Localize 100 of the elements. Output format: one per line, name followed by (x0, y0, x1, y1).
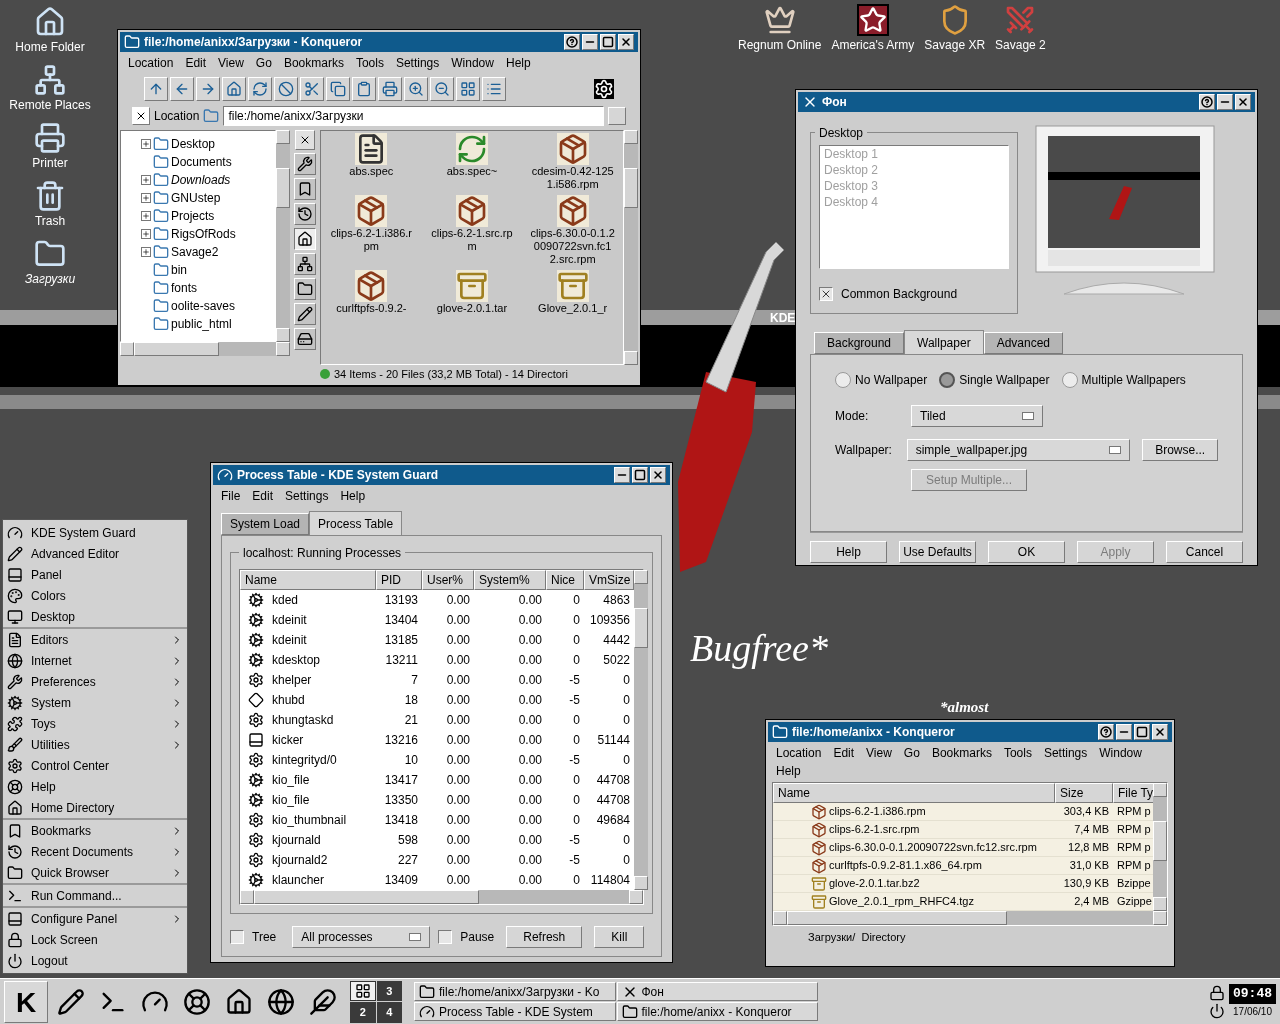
column-header[interactable]: Size (1055, 783, 1113, 803)
menu-item[interactable]: Window (1099, 744, 1142, 762)
radio-button[interactable] (835, 372, 851, 388)
menu-item[interactable]: Bookmarks (931, 744, 992, 762)
minimize-button[interactable] (1217, 94, 1233, 110)
trash-icon[interactable] (34, 180, 66, 212)
menu-item[interactable]: Window (451, 54, 494, 72)
checkbox-label[interactable]: Pause (460, 928, 495, 946)
help-button[interactable] (1098, 724, 1114, 740)
tree-item[interactable]: Documents (141, 153, 275, 171)
radio-label[interactable]: Multiple Wallpapers (1081, 371, 1186, 389)
maximize-button[interactable] (632, 467, 648, 483)
menu-item[interactable]: Help (340, 487, 366, 505)
menu-item[interactable]: System (3, 692, 187, 713)
checkbox[interactable] (438, 930, 453, 944)
menu-item[interactable]: Preferences (3, 671, 187, 692)
action-button[interactable]: Refresh (506, 926, 583, 948)
pager-desktop[interactable]: 2 (350, 1002, 376, 1023)
minimize-button[interactable] (1116, 724, 1132, 740)
expand-toggle[interactable] (141, 211, 151, 221)
action-button[interactable]: Kill (594, 926, 645, 948)
toolbar-button[interactable] (352, 77, 376, 101)
power-icon[interactable] (1209, 1002, 1225, 1019)
pager-desktop[interactable]: 3 (376, 980, 402, 1001)
column-header[interactable]: Name (240, 570, 376, 590)
desktop-icon-label[interactable]: Remote Places (9, 96, 91, 114)
column-header[interactable]: Nice (546, 570, 584, 590)
menu-item[interactable]: Location (128, 54, 174, 72)
package-icon[interactable] (355, 195, 388, 227)
table-cell[interactable]: Glove_2.0.1_rpm_RHFC4.tgz (829, 893, 974, 910)
task-button[interactable]: Process Table - KDE System (414, 1002, 616, 1021)
close-button[interactable] (618, 34, 634, 50)
radio-button[interactable] (1061, 372, 1078, 388)
desktop-icon-label[interactable]: America's Army (831, 36, 915, 54)
wallpaper-dropdown[interactable]: simple_wallpaper.jpg (906, 439, 1131, 461)
menu-item[interactable]: Go (903, 744, 920, 762)
file-name[interactable]: Glove_2.0.1_r (529, 302, 616, 315)
column-header[interactable]: Name (773, 783, 1055, 803)
menu-item[interactable]: Quick Browser (3, 862, 187, 883)
maximize-button[interactable] (600, 34, 616, 50)
task-button[interactable]: file:/home/anixx/Загрузки - Ko (414, 982, 616, 1001)
package-icon[interactable] (556, 133, 589, 165)
expand-toggle[interactable] (141, 139, 151, 149)
table-cell[interactable]: clips-6.2-1.i386.rpm (829, 803, 926, 820)
toolbar-button[interactable] (378, 77, 402, 101)
archive-icon[interactable] (556, 270, 589, 302)
column-header[interactable]: User% (422, 570, 474, 590)
file-name[interactable]: clips-6.2-1.i386.rpm (328, 227, 415, 253)
toolbar-button[interactable] (170, 77, 194, 101)
tree-item[interactable]: fonts (141, 279, 275, 297)
menu-item[interactable]: Tools (1003, 744, 1032, 762)
tree-item[interactable]: Downloads (141, 171, 275, 189)
table-cell[interactable]: clips-6.30.0-0.1.20090722svn.fc12.src.rpm (829, 839, 1037, 856)
file-name[interactable]: abs.spec~ (429, 165, 515, 178)
toolbar-button[interactable] (456, 77, 480, 101)
menu-item[interactable]: Help (3, 776, 187, 797)
close-button[interactable] (650, 467, 666, 483)
menu-item[interactable]: Internet (3, 650, 187, 671)
toolbar-button[interactable] (196, 77, 220, 101)
menu-item[interactable]: Go (255, 54, 272, 72)
menu-item[interactable]: Advanced Editor (3, 543, 187, 564)
menu-item[interactable]: Toys (3, 713, 187, 734)
expand-toggle[interactable] (141, 229, 151, 239)
dialog-button[interactable]: Help (810, 541, 887, 563)
document-icon[interactable] (355, 133, 388, 165)
refresh-icon[interactable] (456, 133, 488, 165)
vertical-scrollbar[interactable] (276, 130, 290, 342)
house-icon[interactable] (34, 6, 66, 38)
desktop-icon-label[interactable]: Home Folder (15, 38, 85, 56)
toolbar-button[interactable] (430, 77, 454, 101)
help-button[interactable] (1199, 94, 1215, 110)
expand-toggle[interactable] (141, 247, 151, 257)
tree-item[interactable]: Projects (141, 207, 275, 225)
desktop-icon-label[interactable]: Regnum Online (738, 36, 822, 54)
tree-item[interactable]: bin (141, 261, 275, 279)
crown-icon[interactable] (763, 4, 796, 36)
table-cell[interactable]: clips-6.2-1.src.rpm (829, 821, 920, 838)
tree-item[interactable]: GNUstep (141, 189, 275, 207)
menu-item[interactable]: Edit (185, 54, 207, 72)
menu-item[interactable]: Run Command... (3, 885, 187, 906)
horizontal-scrollbar[interactable] (773, 911, 1167, 925)
menu-item[interactable]: Settings (395, 54, 440, 72)
desktop-icon-label[interactable]: Savage XR (924, 36, 986, 54)
toolbar-button[interactable] (222, 77, 246, 101)
file-name[interactable]: abs.spec (328, 165, 415, 178)
package-icon[interactable] (456, 195, 488, 227)
menu-item[interactable]: Desktop (3, 606, 187, 627)
minimize-button[interactable] (582, 34, 598, 50)
printer-icon[interactable] (34, 122, 66, 154)
pager-desktop[interactable]: 4 (376, 1002, 402, 1023)
desktop-icon-label[interactable]: Trash (34, 212, 66, 230)
table-cell[interactable]: curlftpfs-0.9.2-81.1.x86_64.rpm (829, 857, 982, 874)
tree-item[interactable]: oolite-saves (141, 297, 275, 315)
menu-item[interactable]: KDE System Guard (3, 522, 187, 543)
menu-item[interactable]: Edit (252, 487, 274, 505)
checkbox[interactable] (230, 930, 244, 944)
table-cell[interactable]: glove-2.0.1.tar.bz2 (829, 875, 920, 892)
checkbox-label[interactable]: Tree (252, 928, 277, 946)
help-button[interactable] (564, 34, 580, 50)
location-field[interactable]: file:/home/anixx/Загрузки (223, 106, 604, 126)
